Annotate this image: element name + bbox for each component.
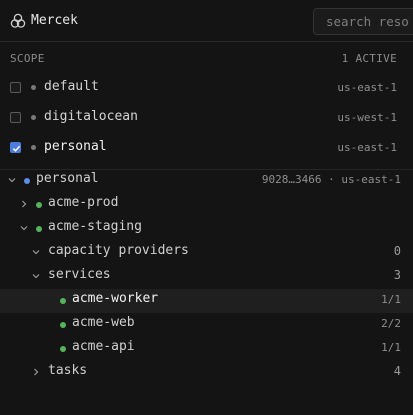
chevron-down-icon[interactable]: [7, 175, 17, 185]
profile-row-default[interactable]: default us-east-1: [0, 77, 413, 101]
group-count: 4: [393, 364, 401, 378]
service-status-dot: [60, 346, 66, 352]
service-task-count: 1/1: [381, 341, 401, 354]
app-header: Mercek: [0, 0, 413, 42]
scope-heading: SCOPE: [10, 52, 45, 65]
profile-status-dot: [31, 115, 36, 120]
meta-separator: ·: [328, 173, 335, 186]
check-icon: [12, 145, 21, 152]
profile-name: digitalocean: [44, 109, 138, 124]
tree-group-services[interactable]: services 3: [0, 265, 413, 289]
group-count: 3: [393, 268, 401, 282]
profile-checkbox-checked[interactable]: [10, 142, 21, 153]
profile-name: default: [44, 79, 99, 94]
service-name: acme-api: [72, 339, 135, 354]
cluster-status-dot: [36, 202, 42, 208]
service-status-dot: [60, 298, 66, 304]
tree-profile-meta: 9028…3466 · us-east-1: [262, 173, 401, 186]
chevron-right-icon[interactable]: [31, 367, 41, 377]
service-task-count: 1/1: [381, 293, 401, 306]
profile-name: personal: [44, 139, 107, 154]
profile-checkbox[interactable]: [10, 112, 21, 123]
service-status-dot: [60, 322, 66, 328]
profile-dot: [24, 178, 30, 184]
tree-profile-row[interactable]: personal 9028…3466 · us-east-1: [0, 169, 413, 193]
tree-service-acme-worker[interactable]: acme-worker 1/1: [0, 289, 413, 313]
profile-row-personal[interactable]: personal us-east-1: [0, 137, 413, 161]
cluster-name: acme-prod: [48, 195, 119, 210]
group-count: 0: [393, 244, 401, 258]
tree-service-acme-web[interactable]: acme-web 2/2: [0, 313, 413, 337]
tree-cluster-acme-prod[interactable]: acme-prod: [0, 193, 413, 217]
cluster-status-dot: [36, 226, 42, 232]
account-id: 9028…3466: [261, 173, 322, 186]
profile-checkbox[interactable]: [10, 82, 21, 93]
tree-group-tasks[interactable]: tasks 4: [0, 361, 413, 385]
group-label: services: [48, 267, 111, 282]
logo-icon: [10, 13, 26, 28]
profile-status-dot: [31, 85, 36, 90]
service-name: acme-worker: [72, 291, 159, 306]
profile-region: us-west-1: [337, 111, 397, 124]
chevron-down-icon[interactable]: [31, 247, 41, 257]
service-name: acme-web: [72, 315, 135, 330]
app-title: Mercek: [31, 13, 78, 28]
profile-status-dot: [31, 145, 36, 150]
service-task-count: 2/2: [381, 317, 401, 330]
chevron-down-icon[interactable]: [31, 271, 41, 281]
tree-profile-name: personal: [36, 171, 99, 186]
search-input[interactable]: [313, 8, 413, 35]
active-count: 1 ACTIVE: [341, 52, 397, 65]
group-label: tasks: [48, 363, 88, 378]
chevron-right-icon[interactable]: [19, 199, 29, 209]
profile-region: us-east-1: [337, 141, 397, 154]
tree-group-capacity-providers[interactable]: capacity providers 0: [0, 241, 413, 265]
cluster-name: acme-staging: [48, 219, 142, 234]
account-region: us-east-1: [341, 173, 401, 186]
scope-header: SCOPE 1 ACTIVE: [0, 50, 413, 68]
profile-row-digitalocean[interactable]: digitalocean us-west-1: [0, 107, 413, 131]
tree-cluster-acme-staging[interactable]: acme-staging: [0, 217, 413, 241]
chevron-down-icon[interactable]: [19, 223, 29, 233]
tree-service-acme-api[interactable]: acme-api 1/1: [0, 337, 413, 361]
profile-region: us-east-1: [337, 81, 397, 94]
group-label: capacity providers: [48, 243, 189, 258]
